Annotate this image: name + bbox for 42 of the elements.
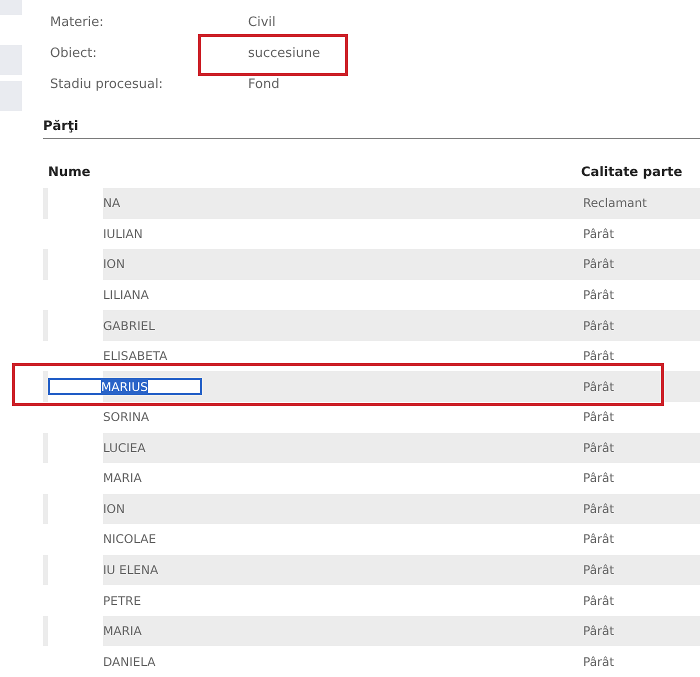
role-text: Pârât	[582, 226, 616, 241]
role-text: Pârât	[582, 563, 616, 578]
name-text: LUCIEA	[103, 440, 146, 455]
role-text: Pârât	[582, 532, 616, 546]
role-text: Pârât	[582, 318, 616, 333]
field-value: Fond	[248, 77, 280, 92]
name-text: IU ELENA	[103, 563, 158, 578]
name-text: NA	[103, 196, 120, 210]
name-text: PETRE	[103, 594, 142, 608]
role-text: Pârât	[582, 594, 616, 608]
name-text: SORINA	[103, 410, 150, 424]
name-text: DANIELA	[103, 654, 156, 669]
role-text: Pârât	[582, 288, 616, 302]
role-text: Pârât	[582, 410, 616, 424]
name-text: ION	[103, 502, 125, 516]
name-text: MARIA	[103, 471, 142, 486]
role-text: Pârât	[582, 624, 616, 638]
name-text: ELISABETA	[103, 349, 168, 364]
section-title: Părţi	[43, 119, 80, 136]
name-text: LILIANA	[103, 288, 149, 302]
field-value: Civil	[248, 15, 276, 30]
name-text: MARIA	[103, 624, 142, 638]
name-text: NICOLAE	[103, 532, 156, 546]
name-text: ION	[103, 257, 125, 272]
role-text: Pârât	[582, 654, 616, 669]
role-text: Pârât	[582, 349, 616, 364]
role-text: Pârât	[582, 257, 616, 272]
role-text: Reclamant	[582, 196, 648, 210]
name-text: GABRIEL	[103, 318, 155, 333]
name-text: MARIUS	[101, 380, 148, 394]
name-text: IULIAN	[103, 226, 143, 241]
role-text: Pârât	[582, 471, 616, 486]
field-label: Materie:	[50, 14, 105, 32]
role-text: Pârât	[582, 440, 616, 455]
role-text: Pârât	[582, 502, 616, 516]
column-header: Nume	[47, 165, 92, 180]
field-value: succesiune	[248, 46, 320, 61]
column-header: Calitate parte	[580, 165, 684, 180]
role-text: Pârât	[582, 380, 616, 394]
field-label: Obiect:	[50, 45, 98, 63]
selected-name[interactable]: MARIUS	[48, 378, 202, 396]
field-label: Stadiu procesual:	[50, 76, 164, 94]
